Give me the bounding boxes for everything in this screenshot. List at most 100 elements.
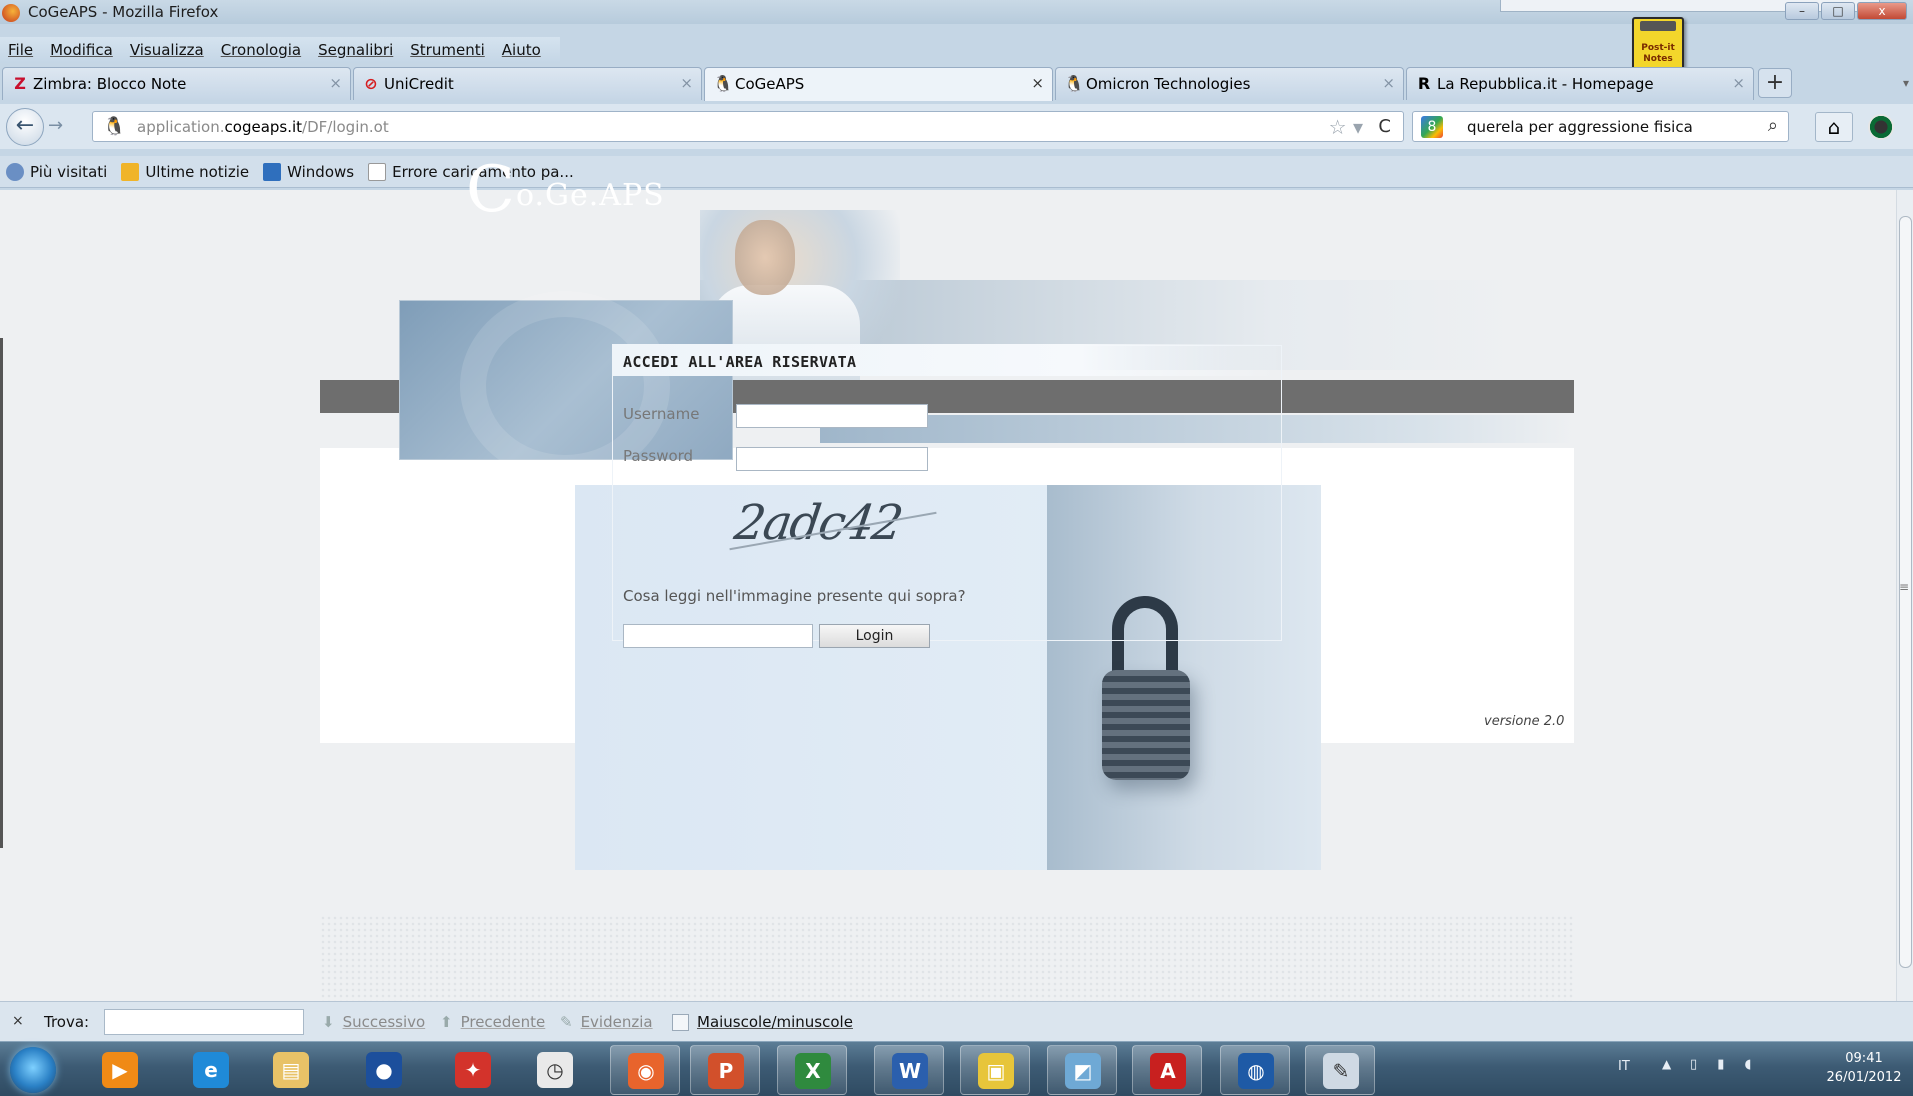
highlight-button[interactable]: ✎ Evidenzia [560,1013,653,1031]
captcha-input[interactable] [623,624,813,648]
menu-segnalibri[interactable]: Segnalibri [318,41,393,59]
paint-icon: ✎ [1323,1053,1359,1089]
bookmark-star-icon[interactable]: ☆ ▾ [1329,115,1363,139]
find-previous-label: Precedente [460,1013,546,1031]
search-query[interactable]: querela per aggressione fisica [1467,118,1693,136]
post-it-icon: ▣ [978,1053,1014,1089]
firefox-icon: ◉ [628,1053,664,1089]
clock-date[interactable]: 26/01/2012 [1824,1070,1904,1085]
menu-strumenti[interactable]: Strumenti [410,41,484,59]
username-label: Username [623,405,700,423]
menu-modifica[interactable]: Modifica [50,41,113,59]
taskbar-excel[interactable]: X [777,1045,847,1095]
password-input[interactable] [736,447,928,471]
clock-time[interactable]: 09:41 [1824,1051,1904,1066]
taskbar-clock-app[interactable]: ◷ [520,1045,590,1095]
tab-label: UniCredit [384,75,454,93]
taskbar-file-explorer[interactable]: ▤ [256,1045,326,1095]
google-search-engine-icon[interactable]: 8 [1421,116,1443,138]
find-next-button[interactable]: ⬇ Successivo [322,1013,425,1031]
forward-button[interactable]: → [48,115,63,136]
bookmark-piu-visitati[interactable]: Più visitati [6,162,108,181]
username-input[interactable] [736,404,928,428]
menu-aiuto[interactable]: Aiuto [502,41,541,59]
match-case-checkbox[interactable] [672,1014,689,1031]
find-previous-button[interactable]: ⬆ Precedente [440,1013,545,1031]
tab-label: Zimbra: Blocco Note [33,75,187,93]
bookmark-ultime-notizie[interactable]: Ultime notizie [121,162,249,181]
taskbar-internet-explorer[interactable]: e [176,1045,246,1095]
search-icon[interactable]: ⌕ [1768,115,1778,136]
menu-file[interactable]: File [8,41,33,59]
maximize-button[interactable]: □ [1821,2,1855,20]
taskbar-pin-app[interactable]: ✦ [438,1045,508,1095]
bookmark-windows[interactable]: Windows [263,162,354,181]
login-button[interactable]: Login [819,624,930,648]
taskbar-remote-app[interactable]: ◩ [1047,1045,1117,1095]
address-bar[interactable]: 🐧 application.cogeaps.it/DF/login.ot ☆ ▾… [92,111,1404,142]
firefox-icon [2,4,20,22]
tab-close-icon[interactable]: × [680,74,693,92]
url-path: /DF/login.ot [302,118,389,136]
bookmark-label: Più visitati [30,162,108,181]
tab-close-icon[interactable]: × [1732,74,1745,92]
url-domain: cogeaps.it [224,118,303,136]
language-indicator[interactable]: IT [1618,1059,1630,1074]
linux-penguin-icon: 🐧 [713,74,733,93]
taskbar-powerpoint[interactable]: P [690,1045,760,1095]
taskbar-firefox[interactable]: ◉ [610,1045,680,1095]
tab-close-icon[interactable]: × [1031,74,1044,92]
tab-repubblica[interactable]: R La Repubblica.it - Homepage × [1406,67,1754,100]
unicredit-icon: ⊘ [364,74,378,93]
tab-cogeaps[interactable]: 🐧 CoGeAPS × [704,67,1053,101]
minimize-button[interactable]: – [1785,2,1819,20]
match-case-label[interactable]: Maiuscole/minuscole [697,1013,853,1031]
url-text[interactable]: application.cogeaps.it/DF/login.ot [137,118,389,136]
window-title: CoGeAPS - Mozilla Firefox [28,3,219,21]
addon-icon[interactable] [1868,114,1894,140]
taskbar-media-player[interactable]: ▶ [85,1045,155,1095]
clock-app-icon: ◷ [537,1052,573,1088]
doctor-head-image [735,220,795,295]
taskbar-word[interactable]: W [874,1045,944,1095]
taskbar-app-blue-circle[interactable]: ● [349,1045,419,1095]
taskbar-post-it[interactable]: ▣ [960,1045,1030,1095]
version-label: versione 2.0 [1484,714,1565,729]
reload-icon[interactable]: C [1378,116,1391,137]
back-button[interactable]: ← [6,108,44,146]
show-hidden-icons-icon[interactable]: ▲ [1662,1057,1671,1071]
tab-close-icon[interactable]: × [329,74,342,92]
home-button[interactable]: ⌂ [1815,112,1853,142]
tab-zimbra[interactable]: Z Zimbra: Blocco Note × [2,67,351,100]
tab-unicredit[interactable]: ⊘ UniCredit × [353,67,702,100]
tab-close-icon[interactable]: × [1382,74,1395,92]
taskbar-paint[interactable]: ✎ [1305,1045,1375,1095]
taskbar-network-app[interactable]: ◍ [1220,1045,1290,1095]
taskbar-acrobat[interactable]: A [1132,1045,1202,1095]
menu-visualizza[interactable]: Visualizza [130,41,204,59]
menu-bar: File Modifica Visualizza Cronologia Segn… [0,37,560,63]
highlight-label: Evidenzia [580,1013,653,1031]
up-arrow-icon: ⬆ [440,1013,453,1031]
linux-penguin-icon: 🐧 [1064,74,1084,93]
new-tab-button[interactable]: + [1758,68,1792,98]
blank-page-icon [368,162,387,181]
password-label: Password [623,447,694,465]
tab-list-chevron-icon[interactable]: ▾ [1903,76,1909,90]
close-window-button[interactable]: x [1857,2,1907,20]
start-button[interactable] [10,1047,56,1093]
zimbra-icon: Z [14,74,26,93]
vertical-scrollbar[interactable] [1896,190,1913,1001]
most-visited-icon [6,162,24,181]
site-identity-icon[interactable]: 🐧 [103,116,125,137]
find-bar: × Trova: ⬇ Successivo ⬆ Precedente ✎ Eviden… [0,1001,1913,1041]
url-subdomain: application. [137,118,225,136]
find-input[interactable] [104,1009,304,1035]
findbar-close-icon[interactable]: × [12,1013,24,1029]
tray-status-icons[interactable]: ▯ ▮ ◖ [1690,1057,1759,1072]
menu-cronologia[interactable]: Cronologia [221,41,301,59]
tab-label: Omicron Technologies [1086,75,1251,93]
tab-omicron[interactable]: 🐧 Omicron Technologies × [1055,67,1404,100]
search-bar[interactable]: 8 querela per aggressione fisica ⌕ [1412,111,1789,142]
find-label: Trova: [44,1013,90,1031]
